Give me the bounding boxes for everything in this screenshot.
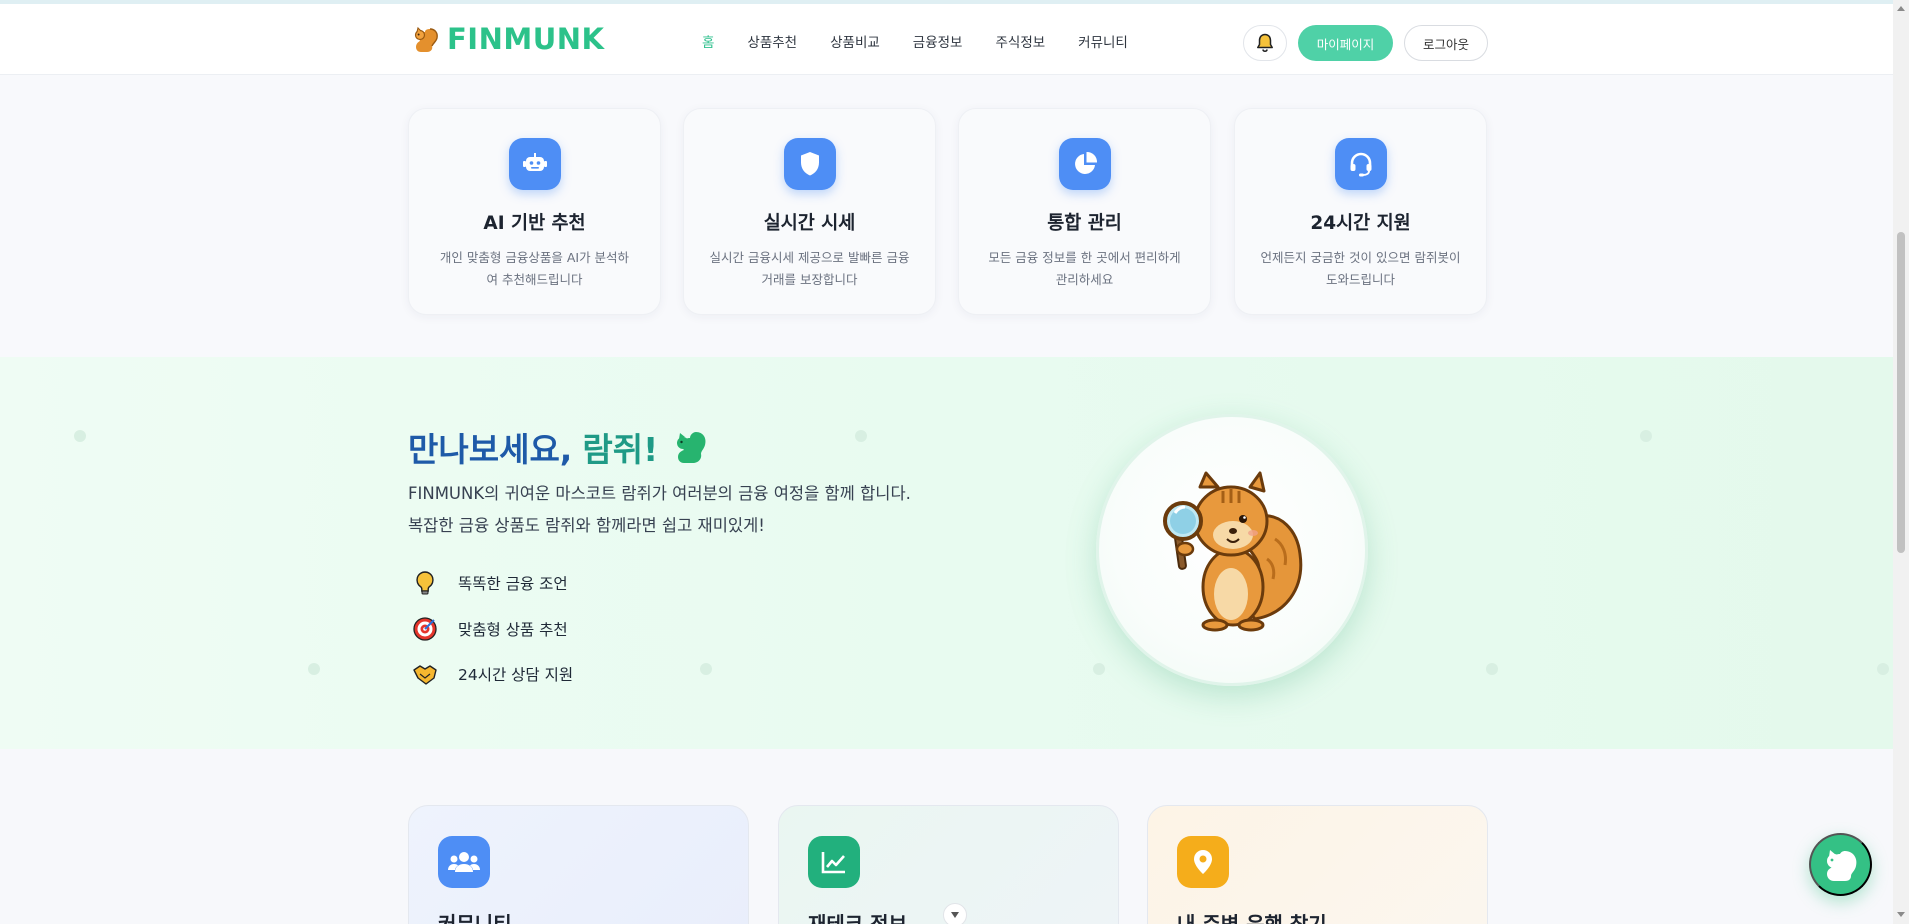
decor-dot bbox=[1877, 663, 1889, 675]
mascot-feature-label: 24시간 상담 지원 bbox=[458, 666, 574, 684]
decor-dot bbox=[1093, 663, 1105, 675]
feature-desc: 모든 금융 정보를 한 곳에서 편리하게 관리하세요 bbox=[988, 250, 1181, 287]
mascot-feature-item: 24시간 상담 지원 bbox=[410, 659, 573, 689]
decor-dot bbox=[1640, 430, 1652, 442]
scroll-down-arrow-icon[interactable] bbox=[1897, 912, 1905, 917]
mascot-feature-item: 똑똑한 금융 조언 bbox=[410, 568, 568, 598]
nav-item-finance-info[interactable]: 금융정보 bbox=[913, 31, 963, 51]
mascot-feature-item: 맞춤형 상품 추천 bbox=[410, 614, 568, 644]
robot-icon bbox=[508, 138, 561, 190]
mascot-feature-label: 똑똑한 금융 조언 bbox=[458, 575, 568, 593]
mascot-description: FINMUNK의 귀여운 마스코트 람쥐가 여러분의 금융 여정을 함께 합니다… bbox=[408, 484, 911, 535]
feature-title: 통합 관리 bbox=[1047, 213, 1122, 234]
mascot-title-main: 만나보세요, bbox=[408, 430, 573, 469]
notification-button[interactable] bbox=[1243, 25, 1287, 61]
decor-dot bbox=[855, 430, 867, 442]
scroll-down-button[interactable] bbox=[943, 903, 967, 924]
decor-dot bbox=[700, 663, 712, 675]
headset-icon bbox=[1334, 138, 1387, 190]
decor-dot bbox=[74, 430, 86, 442]
service-card-title: 커뮤니티 bbox=[438, 912, 512, 924]
nav-item-recommend[interactable]: 상품추천 bbox=[747, 31, 797, 51]
feature-title: 실시간 시세 bbox=[763, 213, 856, 234]
squirrel-logo-icon bbox=[414, 26, 438, 52]
shield-icon bbox=[783, 138, 836, 190]
bell-icon bbox=[1257, 33, 1273, 53]
nav-item-community[interactable]: 커뮤니티 bbox=[1078, 31, 1128, 51]
nav-item-home[interactable]: 홈 bbox=[702, 31, 714, 51]
logo[interactable]: FINMUNK bbox=[409, 22, 605, 56]
site-header: FINMUNK 홈 상품추천 상품비교 금융정보 주식정보 커뮤니티 마이페이지… bbox=[0, 4, 1893, 75]
chart-line-icon bbox=[808, 836, 860, 888]
mascot-circle bbox=[1096, 414, 1368, 686]
scrollbar-thumb[interactable] bbox=[1897, 232, 1905, 553]
location-pin-icon bbox=[1177, 836, 1229, 888]
mascot-title-highlight: 람쥐! bbox=[582, 430, 659, 469]
decor-dot bbox=[1486, 663, 1498, 675]
squirrel-mascot-image bbox=[1163, 471, 1303, 632]
decor-dot bbox=[308, 663, 320, 675]
service-card-bank-finder[interactable]: 내 주변 은행 찾기 bbox=[1147, 805, 1488, 924]
users-icon bbox=[438, 836, 490, 888]
lightbulb-icon bbox=[410, 568, 440, 598]
main-nav: 홈 상품추천 상품비교 금융정보 주식정보 커뮤니티 bbox=[702, 31, 1161, 51]
logout-button[interactable]: 로그아웃 bbox=[1404, 25, 1488, 61]
features-section: AI 기반 추천 개인 맞춤형 금융상품을 AI가 분석하여 추천해드립니다 실… bbox=[0, 75, 1893, 357]
feature-card-ai[interactable]: AI 기반 추천 개인 맞춤형 금융상품을 AI가 분석하여 추천해드립니다 bbox=[408, 108, 661, 315]
squirrel-chat-icon bbox=[1826, 849, 1856, 881]
nav-item-stock-info[interactable]: 주식정보 bbox=[995, 31, 1045, 51]
mascot-section: 만나보세요, 람쥐! FINMUNK의 귀여운 마스코트 람쥐가 여러분의 금융… bbox=[0, 357, 1893, 749]
feature-card-support[interactable]: 24시간 지원 언제든지 궁금한 것이 있으면 람쥐봇이 도와드립니다 bbox=[1234, 108, 1487, 315]
mypage-button[interactable]: 마이페이지 bbox=[1298, 25, 1393, 61]
chatbot-button[interactable] bbox=[1809, 833, 1872, 896]
pie-chart-icon bbox=[1058, 138, 1111, 190]
feature-title: AI 기반 추천 bbox=[483, 213, 586, 234]
target-icon bbox=[410, 614, 440, 644]
mascot-feature-label: 맞춤형 상품 추천 bbox=[458, 621, 568, 639]
service-card-title: 내 주변 은행 찾기 bbox=[1177, 912, 1327, 924]
feature-desc: 실시간 금융시세 제공으로 발빠른 금융거래를 보장합니다 bbox=[709, 250, 910, 287]
feature-title: 24시간 지원 bbox=[1310, 213, 1411, 234]
nav-item-compare[interactable]: 상품비교 bbox=[830, 31, 880, 51]
feature-desc: 언제든지 궁금한 것이 있으면 람쥐봇이 도와드립니다 bbox=[1260, 250, 1461, 287]
feature-desc: 개인 맞춤형 금융상품을 AI가 분석하여 추천해드립니다 bbox=[439, 250, 630, 287]
scroll-up-arrow-icon[interactable] bbox=[1897, 6, 1905, 11]
mascot-title: 만나보세요, 람쥐! bbox=[408, 423, 710, 471]
page-scrollbar[interactable] bbox=[1893, 0, 1909, 924]
squirrel-icon bbox=[677, 432, 706, 463]
feature-card-integrated[interactable]: 통합 관리 모든 금융 정보를 한 곳에서 편리하게 관리하세요 bbox=[958, 108, 1211, 315]
feature-card-realtime[interactable]: 실시간 시세 실시간 금융시세 제공으로 발빠른 금융거래를 보장합니다 bbox=[683, 108, 936, 315]
service-card-title: 재테크 정보 bbox=[808, 912, 907, 924]
logo-text: FINMUNK bbox=[447, 22, 605, 56]
chevron-down-icon bbox=[951, 912, 959, 918]
handshake-icon bbox=[410, 659, 440, 689]
service-card-community[interactable]: 커뮤니티 bbox=[408, 805, 749, 924]
services-section: 커뮤니티 재테크 정보 내 주변 은행 찾기 bbox=[0, 749, 1893, 924]
